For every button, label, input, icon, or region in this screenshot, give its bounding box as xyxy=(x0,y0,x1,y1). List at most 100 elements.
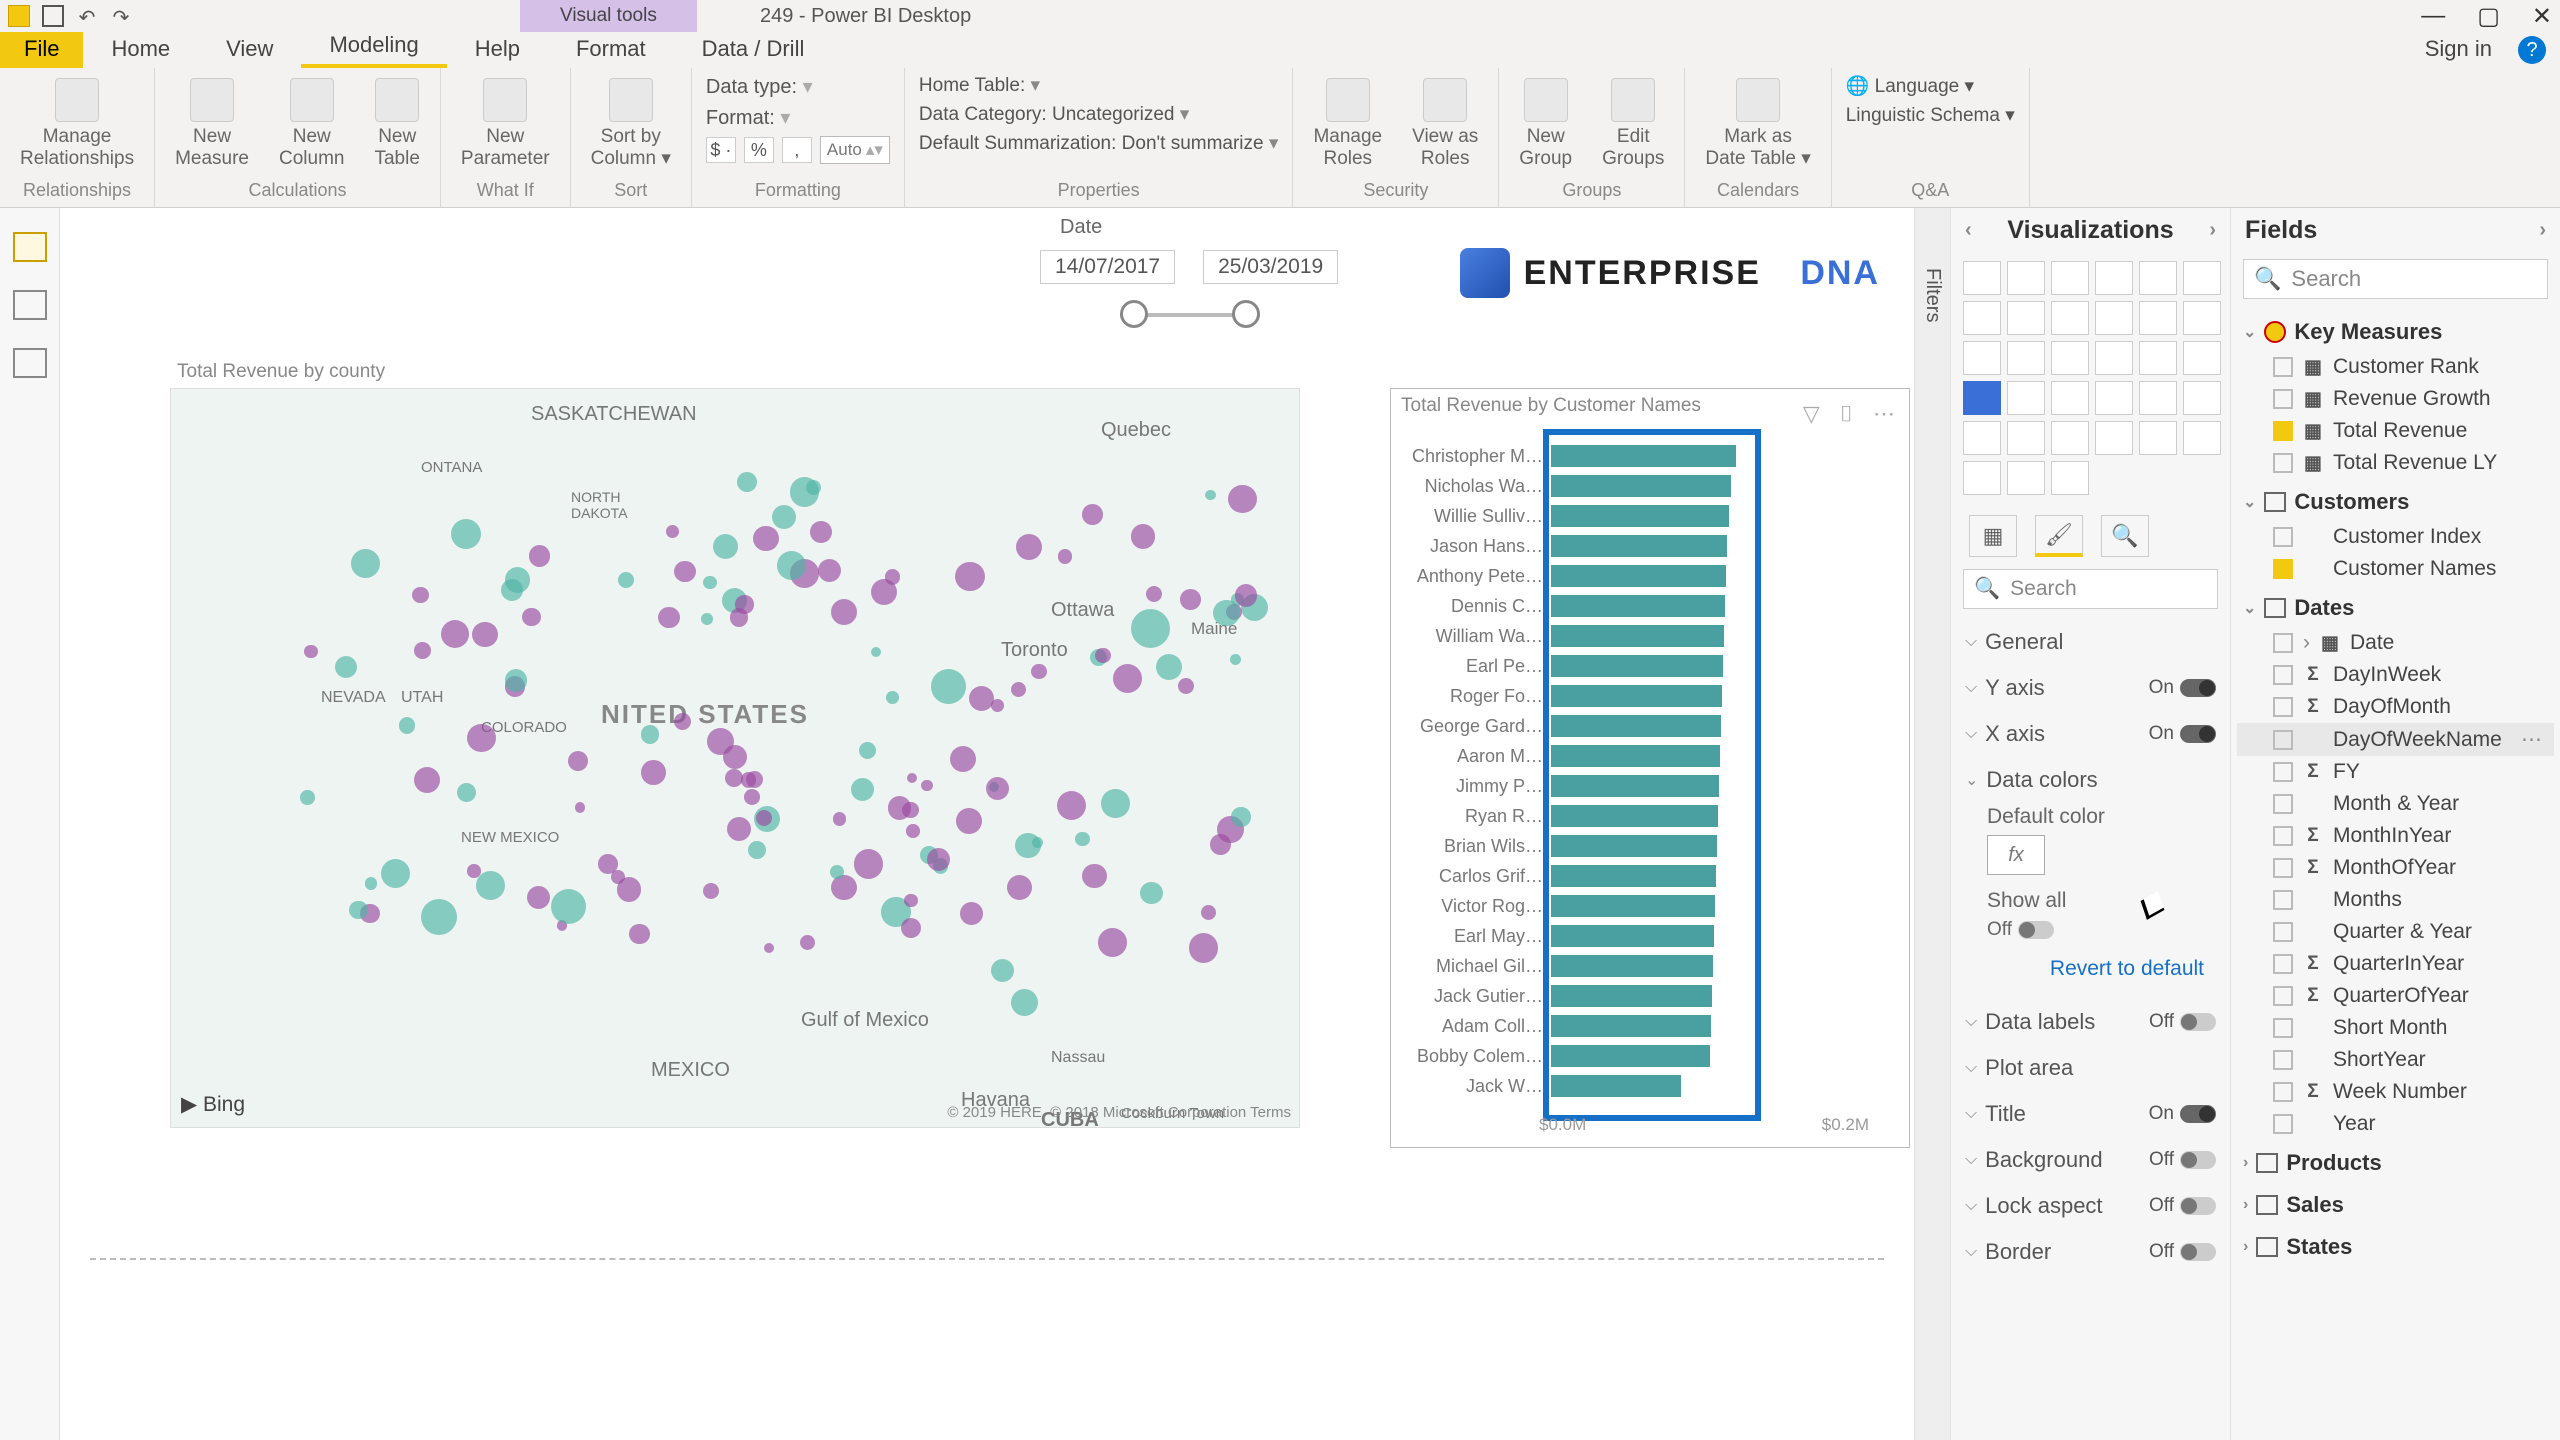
viz-type-icon[interactable] xyxy=(2051,341,2089,375)
analytics-tab-icon[interactable]: 🔍 xyxy=(2101,515,2149,557)
field-item[interactable]: Quarter & Year xyxy=(2237,916,2554,948)
field-item[interactable]: ΣMonthOfYear xyxy=(2237,852,2554,884)
data-view-icon[interactable] xyxy=(13,290,47,320)
viz-type-icon[interactable] xyxy=(2051,381,2089,415)
viz-type-icon[interactable] xyxy=(2051,421,2089,455)
field-item[interactable]: ShortYear xyxy=(2237,1044,2554,1076)
bar-row[interactable]: George Gard… xyxy=(1411,711,1869,741)
viz-type-icon[interactable] xyxy=(1963,421,2001,455)
bar-row[interactable]: Jimmy P… xyxy=(1411,771,1869,801)
bar-row[interactable]: Carlos Grif… xyxy=(1411,861,1869,891)
checkbox[interactable] xyxy=(2273,357,2293,377)
field-item[interactable]: Months xyxy=(2237,884,2554,916)
menu-data-drill[interactable]: Data / Drill xyxy=(674,30,833,68)
toggle-switch[interactable] xyxy=(2180,725,2216,743)
bar-row[interactable]: Bobby Colem… xyxy=(1411,1041,1869,1071)
viz-type-icon[interactable] xyxy=(2051,461,2089,495)
viz-type-icon[interactable] xyxy=(2095,381,2133,415)
field-item[interactable]: DayOfWeekName⋯ xyxy=(2237,723,2554,756)
field-item[interactable]: ΣDayOfMonth xyxy=(2237,691,2554,723)
toggle-switch[interactable] xyxy=(2018,921,2054,939)
field-table[interactable]: ⌄Key Measures xyxy=(2237,309,2554,351)
toggle-switch[interactable] xyxy=(2180,1197,2216,1215)
toggle-switch[interactable] xyxy=(2180,1013,2216,1031)
checkbox[interactable] xyxy=(2273,794,2293,814)
bar-row[interactable]: Brian Wils… xyxy=(1411,831,1869,861)
date-slider[interactable] xyxy=(1120,300,1260,330)
sign-in-link[interactable]: Sign in xyxy=(2407,30,2510,68)
format-section[interactable]: ⌵BorderOff xyxy=(1961,1229,2220,1275)
language-dropdown[interactable]: 🌐 Language ▾ xyxy=(1846,74,1974,98)
field-table[interactable]: ›Products xyxy=(2237,1140,2554,1182)
menu-file[interactable]: File xyxy=(0,30,83,68)
viz-type-icon[interactable] xyxy=(2007,461,2045,495)
toggle-switch[interactable] xyxy=(2180,1105,2216,1123)
viz-type-icon[interactable] xyxy=(2095,421,2133,455)
menu-modeling[interactable]: Modeling xyxy=(301,26,446,68)
bar-row[interactable]: Earl Pe… xyxy=(1411,651,1869,681)
viz-type-icon[interactable] xyxy=(2007,421,2045,455)
field-table[interactable]: ›States xyxy=(2237,1224,2554,1266)
expand-fields-icon[interactable]: › xyxy=(2539,219,2546,242)
viz-type-icon[interactable] xyxy=(2139,341,2177,375)
checkbox[interactable] xyxy=(2273,762,2293,782)
field-table[interactable]: ⌄Customers xyxy=(2237,479,2554,521)
format-section[interactable]: ⌵TitleOn xyxy=(1961,1091,2220,1137)
toggle-switch[interactable] xyxy=(2180,1243,2216,1261)
checkbox[interactable] xyxy=(2273,986,2293,1006)
checkbox[interactable] xyxy=(2273,453,2293,473)
field-table[interactable]: ⌄Dates xyxy=(2237,585,2554,627)
menu-view[interactable]: View xyxy=(198,30,301,68)
viz-type-icon[interactable] xyxy=(2139,381,2177,415)
field-item[interactable]: Short Month xyxy=(2237,1012,2554,1044)
mark-date-table-button[interactable]: Mark as Date Table ▾ xyxy=(1699,74,1816,174)
format-section[interactable]: ⌵Plot area xyxy=(1961,1045,2220,1091)
checkbox[interactable] xyxy=(2273,1050,2293,1070)
manage-relationships-button[interactable]: Manage Relationships xyxy=(14,74,140,174)
fields-tab-icon[interactable]: ▦ xyxy=(1969,515,2017,557)
filter-icon[interactable]: ▽ xyxy=(1803,401,1820,427)
bar-row[interactable]: Willie Sulliv… xyxy=(1411,501,1869,531)
undo-icon[interactable]: ↶ xyxy=(76,5,98,27)
bar-row[interactable]: Christopher M… xyxy=(1411,441,1869,471)
bar-row[interactable]: William Wa… xyxy=(1411,621,1869,651)
filters-collapsed-tab[interactable]: Filters xyxy=(1914,208,1950,1440)
checkbox[interactable] xyxy=(2273,730,2293,750)
checkbox[interactable] xyxy=(2273,826,2293,846)
bar-row[interactable]: Michael Gil… xyxy=(1411,951,1869,981)
redo-icon[interactable]: ↷ xyxy=(110,5,132,27)
viz-type-icon[interactable] xyxy=(2007,261,2045,295)
help-icon[interactable]: ? xyxy=(2518,36,2546,64)
focus-icon[interactable]: ⌷ xyxy=(1840,401,1853,427)
checkbox[interactable] xyxy=(2273,527,2293,547)
date-to-input[interactable]: 25/03/2019 xyxy=(1203,250,1338,284)
currency-button[interactable]: $ · xyxy=(706,137,736,163)
viz-type-icon[interactable] xyxy=(2183,341,2221,375)
viz-type-icon[interactable] xyxy=(2051,261,2089,295)
bar-row[interactable]: Adam Coll… xyxy=(1411,1011,1869,1041)
viz-type-icon[interactable] xyxy=(2051,301,2089,335)
bar-row[interactable]: Ryan R… xyxy=(1411,801,1869,831)
viz-type-icon[interactable] xyxy=(1963,301,2001,335)
report-view-icon[interactable] xyxy=(13,232,47,262)
format-section[interactable]: ⌵Y axisOn xyxy=(1961,665,2220,711)
format-section[interactable]: ⌵X axisOn xyxy=(1961,711,2220,757)
field-item[interactable]: ΣWeek Number xyxy=(2237,1076,2554,1108)
map-visual[interactable]: Total Revenue by county NITED STATES MEX… xyxy=(170,388,1300,1128)
viz-type-icon[interactable] xyxy=(2095,341,2133,375)
sort-by-column-button[interactable]: Sort by Column ▾ xyxy=(585,74,677,174)
percent-button[interactable]: % xyxy=(744,137,774,163)
bar-row[interactable]: Dennis C… xyxy=(1411,591,1869,621)
format-tab-icon[interactable]: 🖌 xyxy=(2035,515,2083,557)
field-item[interactable]: Year xyxy=(2237,1108,2554,1140)
date-from-input[interactable]: 14/07/2017 xyxy=(1040,250,1175,284)
bar-row[interactable]: Victor Rog… xyxy=(1411,891,1869,921)
expand-viz-icon[interactable]: › xyxy=(2209,219,2216,242)
checkbox[interactable] xyxy=(2273,858,2293,878)
field-item[interactable]: ΣQuarterInYear xyxy=(2237,948,2554,980)
view-as-roles-button[interactable]: View as Roles xyxy=(1406,74,1484,174)
checkbox[interactable] xyxy=(2273,697,2293,717)
collapse-viz-icon[interactable]: ‹ xyxy=(1965,219,1972,242)
checkbox[interactable] xyxy=(2273,1114,2293,1134)
field-item[interactable]: ▦Total Revenue xyxy=(2237,415,2554,447)
